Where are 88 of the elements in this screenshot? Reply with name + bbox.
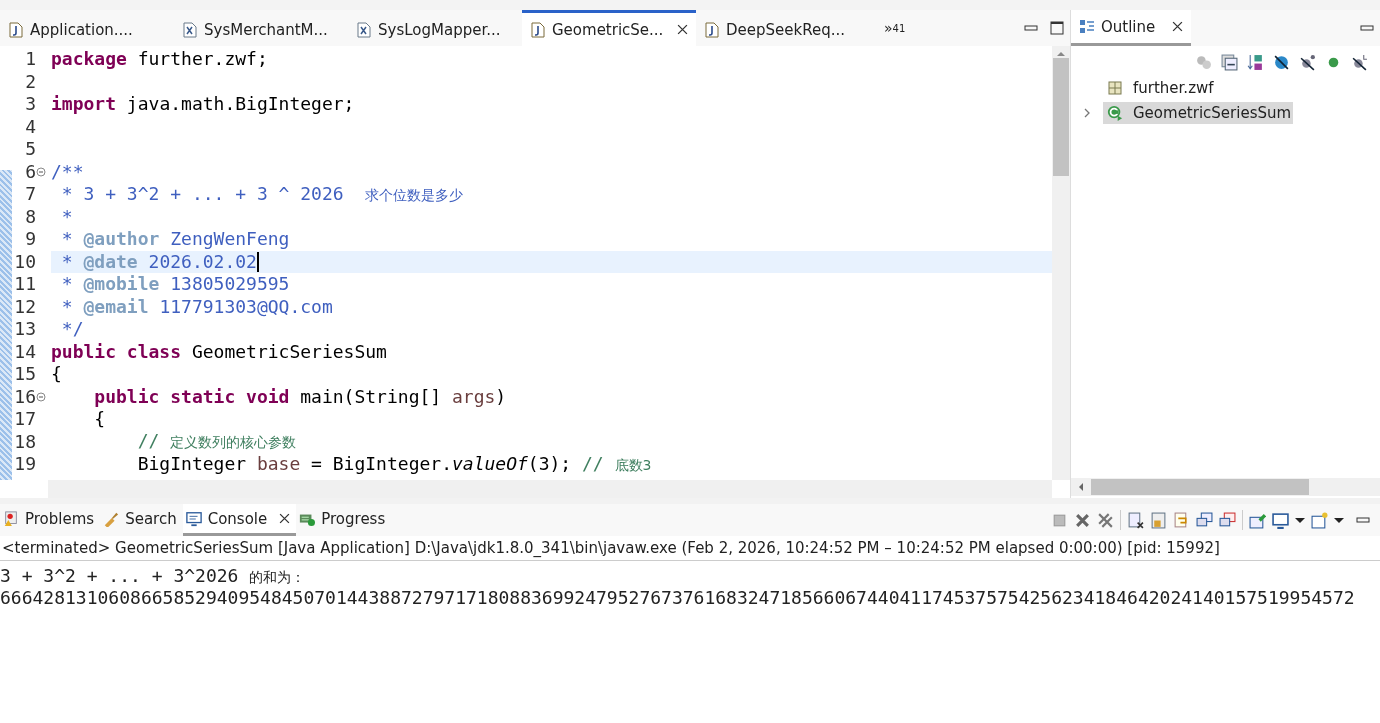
- editor-tab[interactable]: SysMerchantM...: [174, 10, 348, 46]
- maximize-icon[interactable]: [1050, 21, 1064, 35]
- java-file-icon: [530, 21, 546, 38]
- line-number: 9: [24, 228, 36, 251]
- text-cursor: [256, 251, 259, 272]
- clear-console-icon[interactable]: [1127, 511, 1144, 529]
- package-icon: [1107, 79, 1123, 96]
- editor-tab[interactable]: GeometricSe...: [522, 10, 696, 46]
- collapse-all-icon[interactable]: [1221, 54, 1238, 71]
- code-line: // 定义数列的核心参数: [136, 430, 297, 453]
- show-output-icon[interactable]: [1196, 511, 1213, 529]
- view-tab[interactable]: Search: [100, 504, 183, 536]
- collapse-icon[interactable]: [36, 166, 46, 177]
- line-number: 16: [13, 385, 36, 408]
- close-icon[interactable]: [279, 513, 291, 524]
- line-number: 17: [13, 408, 36, 431]
- line-number: 8: [24, 205, 36, 228]
- scroll-lock-icon[interactable]: [1150, 511, 1167, 529]
- line-number: 7: [24, 183, 36, 206]
- remove-icon[interactable]: [1074, 511, 1091, 529]
- view-tab[interactable]: Problems: [0, 504, 101, 536]
- line-number: 10: [13, 250, 36, 273]
- console-output-line: 3 + 3^2 + ... + 3^2026 的和为：: [0, 565, 307, 587]
- outline-icon: [1079, 18, 1095, 35]
- close-icon[interactable]: [1172, 21, 1183, 32]
- line-number: 18: [13, 430, 36, 453]
- line-number: 4: [24, 115, 36, 138]
- code-line: */: [60, 318, 84, 341]
- code-line: public static void main(String[] args): [93, 385, 507, 408]
- line-number: 13: [13, 318, 36, 341]
- horizontal-scrollbar[interactable]: [1071, 478, 1380, 496]
- code-line: package further.zwf;: [51, 48, 268, 71]
- code-line: * @date 2026.02.02: [60, 250, 257, 273]
- expand-icon[interactable]: [1083, 106, 1091, 119]
- remove-all-icon[interactable]: [1097, 511, 1114, 529]
- hide-static-icon[interactable]: [1299, 54, 1316, 71]
- line-number: 1: [24, 48, 36, 71]
- line-number: 15: [13, 363, 36, 386]
- class-icon: [1107, 104, 1123, 121]
- view-tab[interactable]: Progress: [296, 504, 392, 536]
- collapse-icon[interactable]: [36, 391, 46, 402]
- java-file-icon: [8, 21, 24, 38]
- close-icon[interactable]: [677, 24, 688, 35]
- code-line: BigInteger base = BigInteger.valueOf(3); // 底数3: [136, 452, 652, 476]
- code-line: * @author ZengWenFeng: [60, 228, 290, 251]
- display-console-icon[interactable]: [1272, 511, 1289, 529]
- code-line: {: [51, 363, 62, 386]
- hide-local-icon[interactable]: [1351, 54, 1368, 71]
- editor-tab[interactable]: DeepSeekReq...: [696, 10, 870, 46]
- xml-file-icon: [356, 21, 372, 38]
- code-line: /**: [51, 160, 84, 183]
- code-line: import java.math.BigInteger;: [51, 93, 355, 116]
- code-line: *: [60, 205, 73, 228]
- line-number: 2: [24, 70, 36, 93]
- flashlight-icon: [103, 510, 120, 527]
- word-wrap-icon[interactable]: [1173, 511, 1190, 529]
- code-line: public class GeometricSeriesSum: [51, 340, 387, 363]
- console-status: <terminated> GeometricSeriesSum [Java Application] D:\Java\jdk1.8.0_341\bin\javaw.exe (Feb 2, 2026, 10:24:52 PM – 10:24:52 PM elapsed 0:00:00) [pid: 15992]: [0, 536, 1380, 561]
- dropdown-arrow-icon[interactable]: [1334, 517, 1344, 523]
- line-number: 3: [24, 93, 36, 116]
- code-line: * @email 117791303@QQ.com: [60, 295, 333, 318]
- new-console-icon[interactable]: [1311, 511, 1328, 529]
- line-number: 12: [13, 295, 36, 318]
- outline-item[interactable]: further.zwf: [1103, 76, 1216, 99]
- vertical-scrollbar[interactable]: [1052, 46, 1070, 480]
- code-line: * @mobile 13805029595: [60, 273, 290, 296]
- editor-tab[interactable]: Application....: [0, 10, 174, 46]
- line-number: 14: [13, 340, 36, 363]
- outline-tab[interactable]: Outline: [1071, 10, 1191, 46]
- line-number: 5: [24, 138, 36, 161]
- line-number: 11: [13, 273, 36, 296]
- view-tab[interactable]: Console: [182, 504, 297, 536]
- hide-fields-icon[interactable]: [1273, 54, 1290, 71]
- dropdown-arrow-icon[interactable]: [1295, 517, 1305, 523]
- outline-item[interactable]: GeometricSeriesSum: [1103, 101, 1294, 124]
- java-file-icon: [704, 21, 720, 38]
- code-line: {: [93, 408, 106, 431]
- show-error-icon[interactable]: [1219, 511, 1236, 529]
- xml-file-icon: [182, 21, 198, 38]
- pin-icon[interactable]: [1249, 511, 1266, 529]
- code-line: * 3 + 3^2 + ... + 3 ^ 2026 求个位数是多少: [60, 182, 464, 206]
- problems-icon: [3, 510, 19, 527]
- console-icon: [185, 510, 202, 527]
- sort-icon[interactable]: [1247, 54, 1264, 71]
- editor-tab[interactable]: SysLogMapper...: [348, 10, 522, 46]
- line-number: 6: [24, 160, 36, 183]
- console-output-line: 66642813106086658529409548450701443887279717180883699247952767376168324718566067440411745375754256234184642024140157519954572: [0, 587, 1356, 609]
- line-number: 19: [13, 453, 36, 476]
